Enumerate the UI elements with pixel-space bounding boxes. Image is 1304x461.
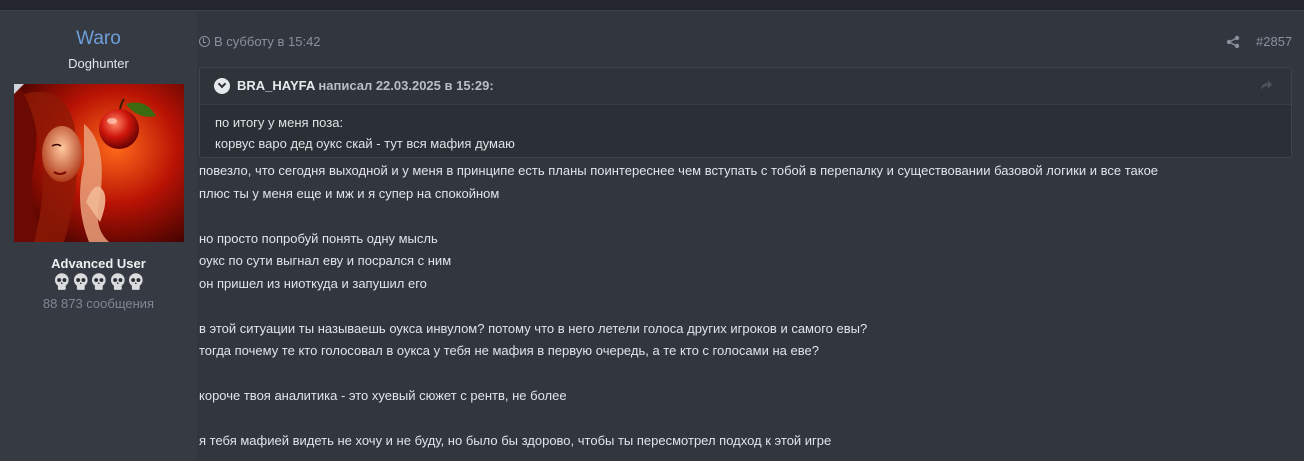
user-title: Doghunter <box>68 56 129 71</box>
avatar-corner-marker <box>14 84 24 94</box>
message-count: 88 873 сообщения <box>42 296 155 311</box>
quote-line: по итогу у меня поза: <box>215 115 344 130</box>
skull-icon <box>92 273 106 290</box>
post-line: повезло, что сегодня выходной и у меня в… <box>199 163 1159 178</box>
quote-author-link[interactable]: BRA_HAYFA <box>237 78 315 93</box>
post-line: но просто попробуй понять одну мысль <box>199 230 438 246</box>
post-line: плюс ты у меня еще и мж и я супер на спо… <box>199 185 500 201</box>
username-link[interactable]: Waro <box>0 28 197 50</box>
quote-wrote-text: написал 22.03.2025 в 15:29: <box>318 78 494 93</box>
post-line: короче твоя аналитика - это хуевый сюжет… <box>199 388 567 403</box>
post-date-text: В субботу в 15:42 <box>214 34 321 49</box>
quote-line: корвус варо дед оукс скай - тут вся мафи… <box>215 136 515 151</box>
avatar[interactable] <box>14 84 184 242</box>
jump-to-quote-icon[interactable] <box>1259 78 1273 92</box>
skull-icon <box>110 273 125 290</box>
skull-icon <box>129 273 144 290</box>
clock-icon <box>199 36 210 47</box>
quote-attribution: BRA_HAYFA написал 22.03.2025 в 15:29: <box>237 78 494 93</box>
post-line <box>199 408 1158 431</box>
post-date-link[interactable]: В субботу в 15:42 <box>199 34 321 49</box>
post-number-link[interactable]: #2857 <box>1256 34 1292 49</box>
post-line: я тебя мафией видеть не хочу и не буду, … <box>199 433 832 448</box>
post-line: тогда почему те кто голосовал в оукса у … <box>199 343 819 358</box>
post-line <box>199 363 1158 386</box>
quote-body: по итогу у меня поза: корвус варо дед оу… <box>215 112 515 154</box>
quote-block: BRA_HAYFA написал 22.03.2025 в 15:29: по… <box>199 67 1292 158</box>
chevron-down-icon[interactable] <box>214 78 230 94</box>
post-line: он пришел из ниоткуда и запушил его <box>199 275 427 291</box>
post-line <box>199 295 1158 318</box>
post-line: в этой ситуации ты называешь оукса инвул… <box>199 320 868 336</box>
post-line <box>199 205 1158 228</box>
share-icon[interactable] <box>1226 35 1240 49</box>
post-body: повезло, что сегодня выходной и у меня в… <box>199 160 1158 453</box>
rank-skulls <box>53 272 145 292</box>
quote-header: BRA_HAYFA написал 22.03.2025 в 15:29: <box>200 68 1291 105</box>
top-navigation-bar <box>0 0 1304 11</box>
post-line: оукс по сути выгнал еву и посрался с ним <box>199 253 452 268</box>
skull-icon <box>54 273 69 290</box>
skull-icon <box>73 273 88 290</box>
user-rank: Advanced User <box>51 256 146 271</box>
